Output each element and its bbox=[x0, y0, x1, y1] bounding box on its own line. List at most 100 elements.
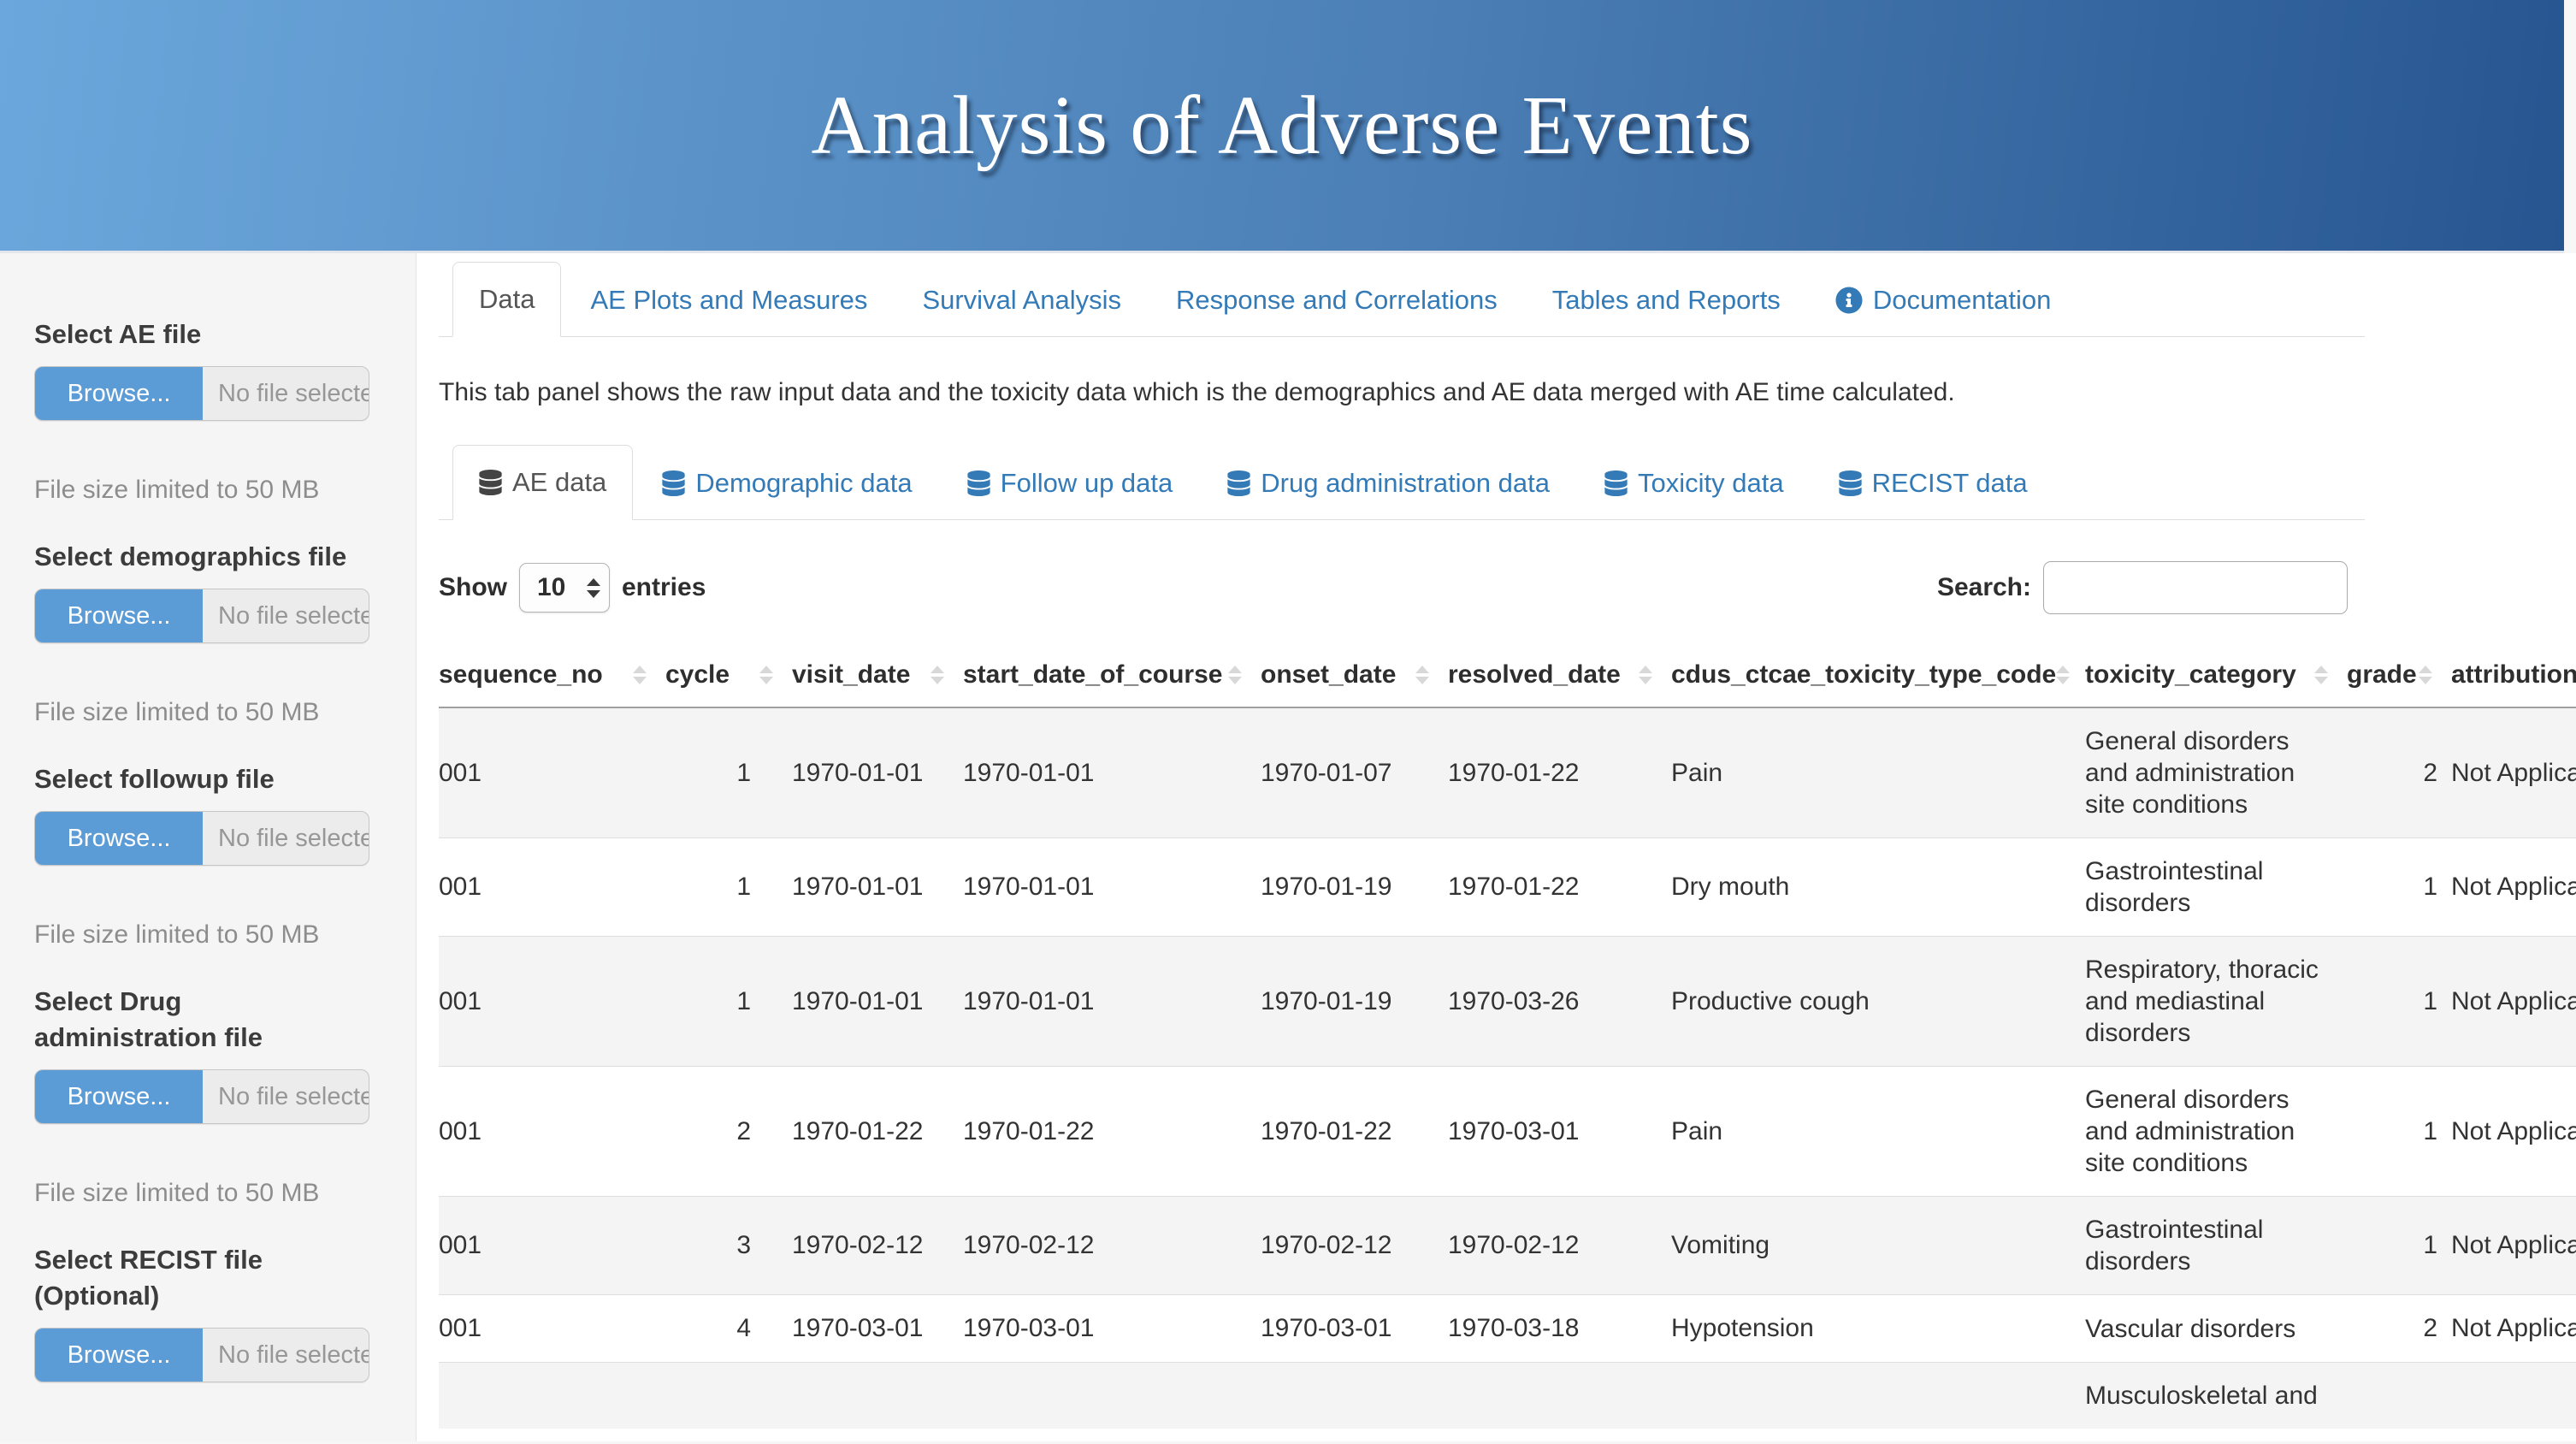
tab-tables-and-reports[interactable]: Tables and Reports bbox=[1527, 263, 1806, 337]
database-icon bbox=[479, 470, 502, 495]
tab-response-and-correlations[interactable]: Response and Correlations bbox=[1150, 263, 1523, 337]
cell-start-date-of-course: 1970-02-12 bbox=[963, 1197, 1261, 1295]
cell-visit-date: 1970-03-01 bbox=[792, 1295, 963, 1363]
sort-icon[interactable] bbox=[2419, 666, 2432, 684]
file-name-text: No file selected bbox=[203, 1070, 369, 1123]
column-header-grade[interactable]: grade bbox=[2347, 643, 2451, 707]
column-header-resolved-date[interactable]: resolved_date bbox=[1448, 643, 1671, 707]
sort-icon[interactable] bbox=[633, 666, 647, 684]
tab-ae-plots-and-measures[interactable]: AE Plots and Measures bbox=[564, 263, 893, 337]
database-icon bbox=[662, 470, 685, 496]
data-subtab-bar: AE data Demographic data Follow up data … bbox=[439, 445, 2365, 520]
cell-resolved-date: 1970-03-18 bbox=[1448, 1295, 1671, 1363]
cell-attribution: Not Applicable bbox=[2451, 707, 2576, 838]
page-body: Select AE file Browse... No file selecte… bbox=[0, 253, 2576, 1441]
ae-file-input[interactable]: Browse... No file selected bbox=[34, 366, 369, 421]
cell-cycle: 2 bbox=[665, 1067, 792, 1197]
cell-toxicity-type: Pain bbox=[1671, 1067, 2085, 1197]
cell-toxicity-category: Gastrointestinal disorders bbox=[2085, 838, 2347, 937]
browse-button[interactable]: Browse... bbox=[35, 812, 203, 865]
table-row: Musculoskeletal and bbox=[439, 1363, 2576, 1429]
page-size-value: 10 bbox=[537, 573, 565, 602]
browse-button[interactable]: Browse... bbox=[35, 589, 203, 642]
cell-onset-date: 1970-01-19 bbox=[1261, 838, 1448, 937]
sort-icon[interactable] bbox=[1415, 666, 1429, 684]
sort-icon[interactable] bbox=[931, 666, 944, 684]
drug-admin-file-input[interactable]: Browse... No file selected bbox=[34, 1069, 369, 1124]
sort-icon[interactable] bbox=[759, 666, 773, 684]
cell-resolved-date bbox=[1448, 1363, 1671, 1429]
cell-start-date-of-course bbox=[963, 1363, 1261, 1429]
cell-visit-date: 1970-01-22 bbox=[792, 1067, 963, 1197]
subtab-drug-administration-data[interactable]: Drug administration data bbox=[1202, 447, 1575, 520]
ae-data-table: sequence_no cycle visit_date start_date_… bbox=[439, 643, 2576, 1429]
cell-grade bbox=[2347, 1363, 2451, 1429]
cell-start-date-of-course: 1970-01-22 bbox=[963, 1067, 1261, 1197]
browse-button[interactable]: Browse... bbox=[35, 367, 203, 420]
cell-start-date-of-course: 1970-01-01 bbox=[963, 707, 1261, 838]
subtab-ae-data[interactable]: AE data bbox=[452, 445, 633, 520]
search-input[interactable] bbox=[2043, 561, 2348, 614]
database-icon bbox=[1839, 470, 1862, 496]
sort-icon[interactable] bbox=[1639, 666, 1652, 684]
browse-button[interactable]: Browse... bbox=[35, 1329, 203, 1382]
demographics-file-input[interactable]: Browse... No file selected bbox=[34, 589, 369, 643]
cell-sequence-no: 001 bbox=[439, 1197, 665, 1295]
cell-toxicity-type: Vomiting bbox=[1671, 1197, 2085, 1295]
page-size-select[interactable]: 10 bbox=[519, 563, 610, 613]
table-row: 001 2 1970-01-22 1970-01-22 1970-01-22 1… bbox=[439, 1067, 2576, 1197]
cell-resolved-date: 1970-03-26 bbox=[1448, 937, 1671, 1067]
page-length-control: Show 10 entries bbox=[439, 563, 706, 613]
cell-grade: 2 bbox=[2347, 1295, 2451, 1363]
cell-attribution: Not Applicable bbox=[2451, 1067, 2576, 1197]
cell-toxicity-category: Vascular disorders bbox=[2085, 1295, 2347, 1363]
cell-toxicity-type: Dry mouth bbox=[1671, 838, 2085, 937]
recist-file-label: Select RECIST file (Optional) bbox=[34, 1242, 368, 1314]
cell-attribution: Not Applicable bbox=[2451, 1197, 2576, 1295]
datatable-controls: Show 10 entries Search: bbox=[439, 561, 2365, 614]
tab-survival-analysis[interactable]: Survival Analysis bbox=[896, 263, 1147, 337]
subtab-toxicity-data[interactable]: Toxicity data bbox=[1579, 447, 1810, 520]
database-icon bbox=[967, 470, 990, 496]
cell-cycle: 1 bbox=[665, 838, 792, 937]
tab-documentation[interactable]: Documentation bbox=[1810, 263, 2077, 337]
cell-grade: 1 bbox=[2347, 1197, 2451, 1295]
demographics-file-label: Select demographics file bbox=[34, 539, 368, 575]
cell-toxicity-category: Respiratory, thoracic and mediastinal di… bbox=[2085, 937, 2347, 1067]
column-header-start-date-of-course[interactable]: start_date_of_course bbox=[963, 643, 1261, 707]
followup-file-label: Select followup file bbox=[34, 761, 368, 797]
column-header-cdus-ctcae-toxicity-type-code[interactable]: cdus_ctcae_toxicity_type_code bbox=[1671, 643, 2085, 707]
cell-resolved-date: 1970-03-01 bbox=[1448, 1067, 1671, 1197]
table-row: 001 3 1970-02-12 1970-02-12 1970-02-12 1… bbox=[439, 1197, 2576, 1295]
main-tab-bar: Data AE Plots and Measures Survival Anal… bbox=[439, 262, 2365, 337]
column-header-visit-date[interactable]: visit_date bbox=[792, 643, 963, 707]
cell-attribution bbox=[2451, 1363, 2576, 1429]
table-row: 001 1 1970-01-01 1970-01-01 1970-01-19 1… bbox=[439, 937, 2576, 1067]
column-header-toxicity-category[interactable]: toxicity_category bbox=[2085, 643, 2347, 707]
recist-file-input[interactable]: Browse... No file selected bbox=[34, 1328, 369, 1382]
subtab-demographic-data[interactable]: Demographic data bbox=[636, 447, 937, 520]
column-header-sequence-no[interactable]: sequence_no bbox=[439, 643, 665, 707]
browse-button[interactable]: Browse... bbox=[35, 1070, 203, 1123]
subtab-follow-up-data[interactable]: Follow up data bbox=[942, 447, 1199, 520]
column-header-onset-date[interactable]: onset_date bbox=[1261, 643, 1448, 707]
cell-onset-date: 1970-01-19 bbox=[1261, 937, 1448, 1067]
cell-sequence-no: 001 bbox=[439, 937, 665, 1067]
tab-data[interactable]: Data bbox=[452, 262, 561, 337]
cell-cycle bbox=[665, 1363, 792, 1429]
sort-icon[interactable] bbox=[1228, 666, 1242, 684]
ae-file-label: Select AE file bbox=[34, 317, 368, 352]
sort-icon[interactable] bbox=[2056, 666, 2070, 684]
column-header-attribution[interactable]: attribution bbox=[2451, 643, 2576, 707]
cell-cycle: 3 bbox=[665, 1197, 792, 1295]
column-header-cycle[interactable]: cycle bbox=[665, 643, 792, 707]
followup-file-input[interactable]: Browse... No file selected bbox=[34, 811, 369, 866]
cell-onset-date bbox=[1261, 1363, 1448, 1429]
cell-start-date-of-course: 1970-01-01 bbox=[963, 838, 1261, 937]
subtab-recist-data[interactable]: RECIST data bbox=[1813, 447, 2053, 520]
cell-onset-date: 1970-01-22 bbox=[1261, 1067, 1448, 1197]
file-name-text: No file selected bbox=[203, 589, 369, 642]
cell-sequence-no: 001 bbox=[439, 707, 665, 838]
sort-icon[interactable] bbox=[2314, 666, 2328, 684]
cell-cycle: 1 bbox=[665, 707, 792, 838]
